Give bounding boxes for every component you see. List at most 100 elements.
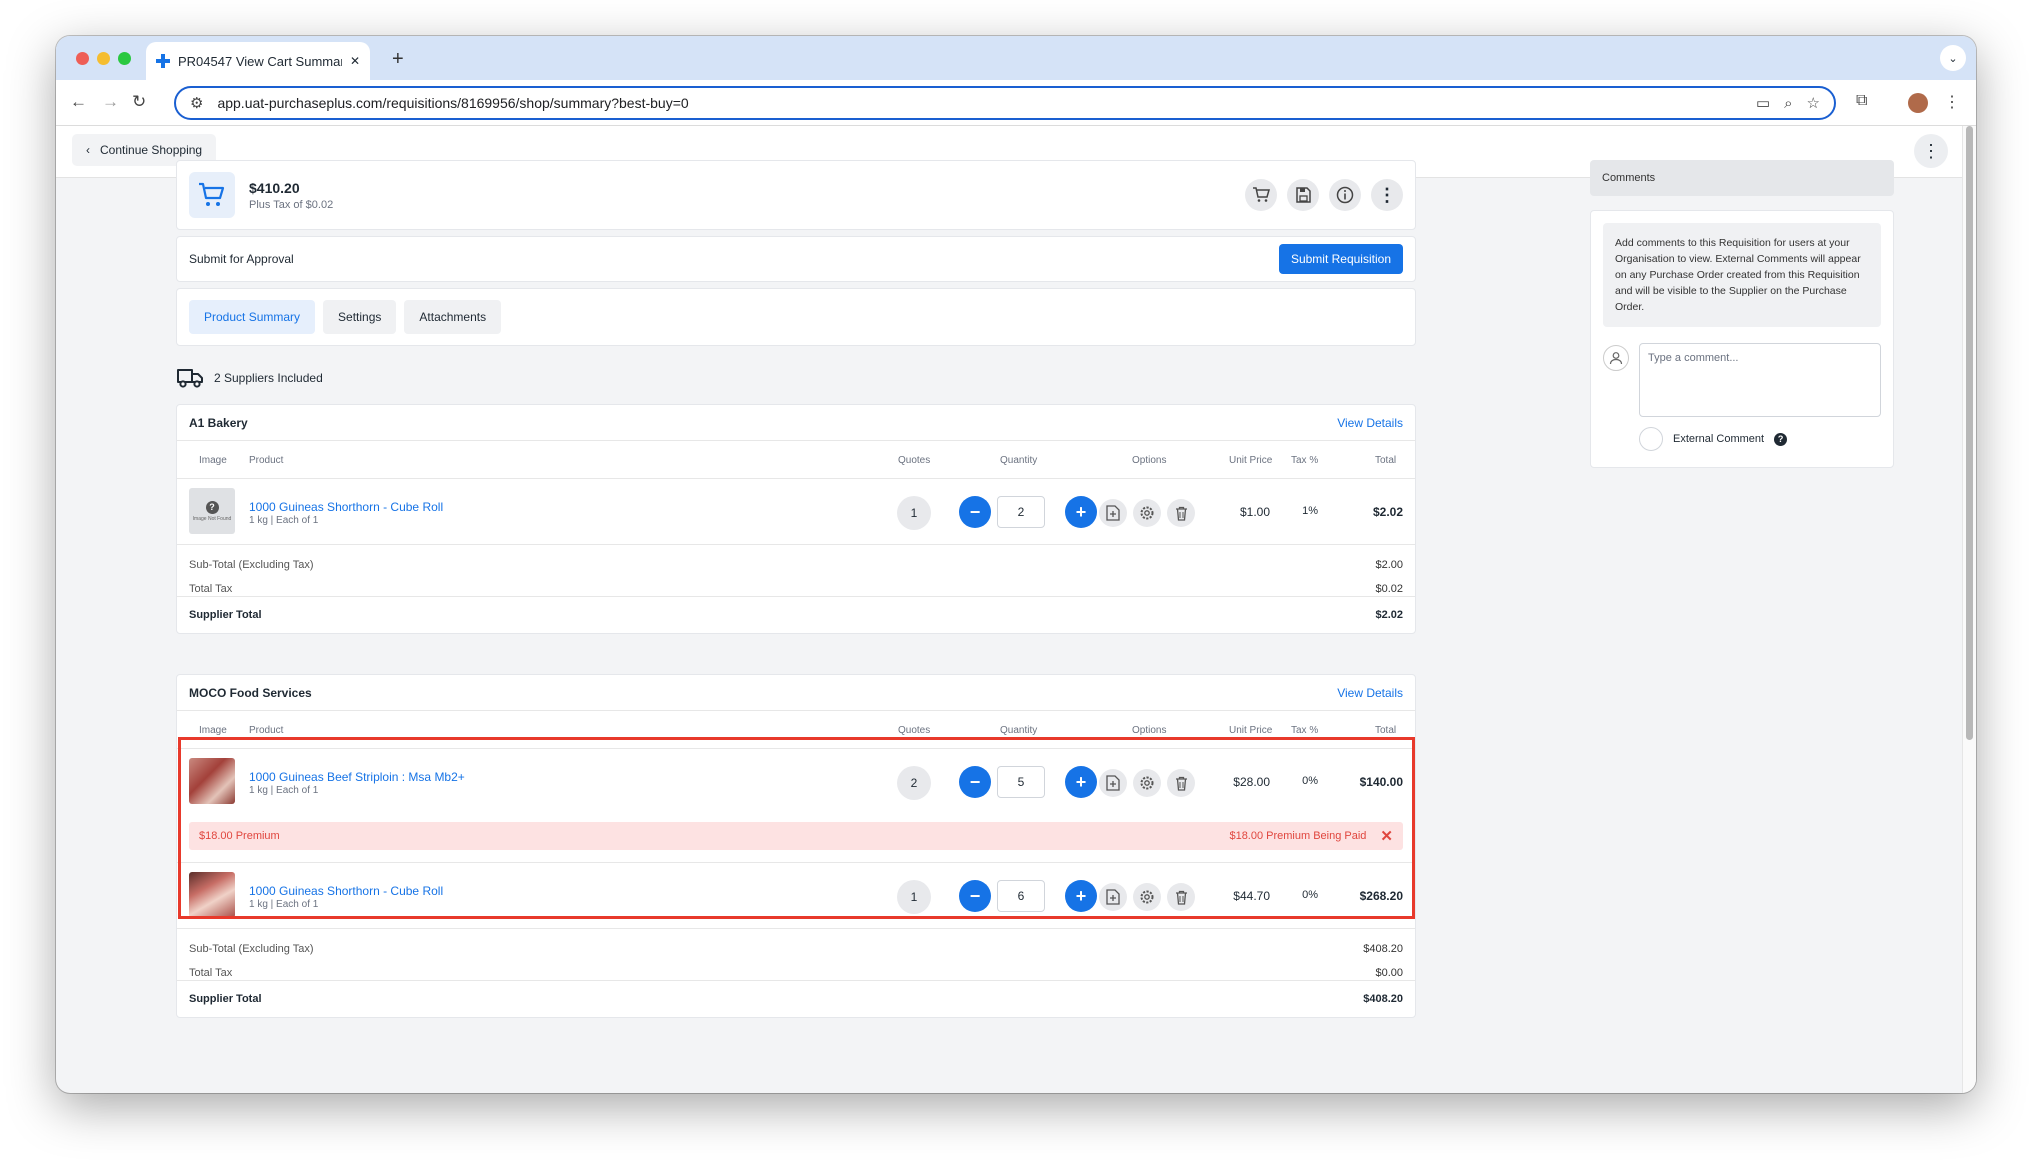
product-link[interactable]: 1000 Guineas Shorthorn - Cube Roll xyxy=(249,500,443,514)
tax-rate: 1% xyxy=(1302,505,1318,517)
bookmark-star-icon[interactable]: ☆ xyxy=(1807,94,1820,112)
subtotal-block: Sub-Total (Excluding Tax) $408.20 Total … xyxy=(177,929,1415,981)
product-link[interactable]: 1000 Guineas Beef Striploin : Msa Mb2+ xyxy=(249,770,465,784)
scrollbar-thumb[interactable] xyxy=(1966,126,1973,740)
chevron-left-icon: ‹ xyxy=(86,143,90,157)
delete-button[interactable] xyxy=(1167,883,1195,911)
quotes-button[interactable]: 1 xyxy=(897,880,931,914)
site-settings-icon[interactable]: ⚙ xyxy=(190,94,203,112)
view-details-link[interactable]: View Details xyxy=(1337,416,1403,430)
total-tax-value: $0.00 xyxy=(1375,967,1403,979)
more-options-button[interactable]: ⋮ xyxy=(1371,179,1403,211)
col-quotes: Quotes xyxy=(898,455,931,466)
maximize-window-button[interactable] xyxy=(118,52,131,65)
quantity-input[interactable] xyxy=(997,880,1045,912)
col-total: Total xyxy=(1375,455,1397,466)
trash-icon xyxy=(1175,506,1187,521)
supplier-total-label: Supplier Total xyxy=(189,609,262,621)
increase-quantity-button[interactable]: + xyxy=(1065,766,1097,798)
external-comment-checkbox[interactable] xyxy=(1639,427,1663,451)
col-product: Product xyxy=(249,725,284,736)
add-note-button[interactable] xyxy=(1099,883,1127,911)
delete-button[interactable] xyxy=(1167,769,1195,797)
continue-shopping-label: Continue Shopping xyxy=(100,143,203,157)
close-window-button[interactable] xyxy=(76,52,89,65)
tab-title: PR04547 View Cart Summary xyxy=(178,53,342,69)
product-desc: 1 kg | Each of 1 xyxy=(249,515,319,526)
tab-settings[interactable]: Settings xyxy=(323,300,397,334)
zoom-icon[interactable]: ⌕ xyxy=(1784,95,1792,112)
save-icon xyxy=(1296,187,1311,203)
save-button[interactable] xyxy=(1287,179,1319,211)
page-menu-button[interactable]: ⋮ xyxy=(1914,134,1948,168)
supplier-name: A1 Bakery xyxy=(189,415,248,430)
col-image: Image xyxy=(199,455,227,466)
minimize-window-button[interactable] xyxy=(97,52,110,65)
col-product: Product xyxy=(249,455,284,466)
new-tab-button[interactable]: + xyxy=(392,48,404,71)
supplier-section-a1-bakery: A1 Bakery View Details Image Product Quo… xyxy=(176,404,1416,634)
extensions-icon[interactable]: ⧉ xyxy=(1856,92,1867,110)
quantity-input[interactable] xyxy=(997,766,1045,798)
col-total: Total xyxy=(1375,725,1397,736)
cast-icon[interactable]: ▭ xyxy=(1756,94,1770,112)
product-image xyxy=(189,872,235,918)
view-details-link[interactable]: View Details xyxy=(1337,686,1403,700)
settings-button[interactable] xyxy=(1133,769,1161,797)
help-icon[interactable]: ? xyxy=(1774,432,1788,446)
settings-button[interactable] xyxy=(1133,499,1161,527)
supplier-total-value: $2.02 xyxy=(1375,609,1403,621)
info-button[interactable] xyxy=(1329,179,1361,211)
trash-icon xyxy=(1175,776,1187,791)
reload-icon[interactable]: ↻ xyxy=(132,92,146,112)
cart-total-amount: $410.20 xyxy=(249,179,300,196)
increase-quantity-button[interactable]: + xyxy=(1065,880,1097,912)
cart-summary-card: $410.20 Plus Tax of $0.02 ⋮ xyxy=(176,160,1416,230)
delete-button[interactable] xyxy=(1167,499,1195,527)
settings-button[interactable] xyxy=(1133,883,1161,911)
browser-tab[interactable]: PR04547 View Cart Summary ✕ xyxy=(146,42,370,80)
decrease-quantity-button[interactable]: − xyxy=(959,766,991,798)
gear-icon xyxy=(1140,776,1154,790)
supplier-total-value: $408.20 xyxy=(1363,993,1403,1005)
decrease-quantity-button[interactable]: − xyxy=(959,496,991,528)
product-image-placeholder: ? Image Not Found xyxy=(189,488,235,534)
tax-rate: 0% xyxy=(1302,775,1318,787)
user-avatar-icon xyxy=(1603,345,1629,371)
approval-label: Submit for Approval xyxy=(189,252,294,266)
subtotal-label: Sub-Total (Excluding Tax) xyxy=(189,943,314,955)
comments-panel: Comments Add comments to this Requisitio… xyxy=(1590,160,1894,468)
quantity-input[interactable] xyxy=(997,496,1045,528)
comment-input[interactable] xyxy=(1639,343,1881,417)
add-note-button[interactable] xyxy=(1099,499,1127,527)
add-note-button[interactable] xyxy=(1099,769,1127,797)
tab-attachments[interactable]: Attachments xyxy=(404,300,502,334)
table-header: Image Product Quotes Quantity Options Un… xyxy=(177,441,1415,479)
cart-icon xyxy=(189,172,235,218)
gear-icon xyxy=(1140,890,1154,904)
address-bar[interactable]: ⚙ app.uat-purchaseplus.com/requisitions/… xyxy=(174,86,1836,120)
tab-search-button[interactable]: ⌄ xyxy=(1940,45,1966,71)
page-scrollbar[interactable] xyxy=(1962,126,1976,1093)
increase-quantity-button[interactable]: + xyxy=(1065,496,1097,528)
cart-button[interactable] xyxy=(1245,179,1277,211)
tab-product-summary[interactable]: Product Summary xyxy=(189,300,316,334)
decrease-quantity-button[interactable]: − xyxy=(959,880,991,912)
close-tab-icon[interactable]: ✕ xyxy=(350,54,360,68)
dismiss-premium-close-icon[interactable]: ✕ xyxy=(1380,827,1393,845)
forward-icon[interactable]: → xyxy=(102,92,119,112)
col-image: Image xyxy=(199,725,227,736)
profile-avatar[interactable] xyxy=(1908,93,1928,113)
document-plus-icon xyxy=(1106,505,1120,521)
quotes-button[interactable]: 2 xyxy=(897,766,931,800)
browser-menu-icon[interactable]: ⋮ xyxy=(1944,92,1960,112)
main-content: $410.20 Plus Tax of $0.02 ⋮ Submit for A… xyxy=(176,160,1416,1018)
back-icon[interactable]: ← xyxy=(70,92,87,112)
total-tax-value: $0.02 xyxy=(1375,583,1403,595)
supplier-total-row: Supplier Total $2.02 xyxy=(177,597,1415,633)
table-header: Image Product Quotes Quantity Options Un… xyxy=(177,711,1415,749)
quotes-button[interactable]: 1 xyxy=(897,496,931,530)
supplier-name: MOCO Food Services xyxy=(189,685,312,700)
submit-requisition-button[interactable]: Submit Requisition xyxy=(1278,244,1403,274)
product-link[interactable]: 1000 Guineas Shorthorn - Cube Roll xyxy=(249,884,443,898)
